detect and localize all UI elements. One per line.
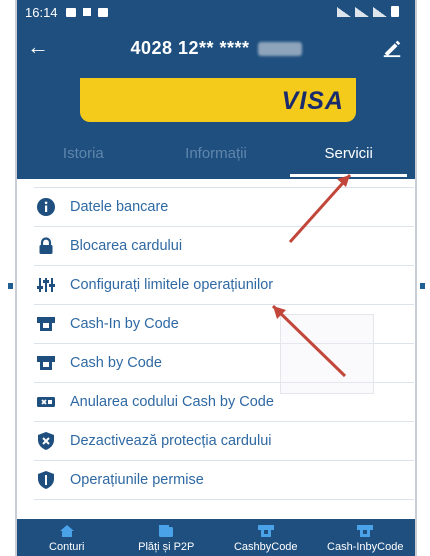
service-datele-bancare[interactable]: Datele bancare [34,188,414,227]
service-configurati-limitele[interactable]: Configurați limitele operațiunilor [34,266,414,305]
card-number-title: 4028 12** **** [17,38,415,59]
nav-label: Cash-InbyCode [327,541,404,553]
service-label: Configurați limitele operațiunilor [70,277,274,293]
wifi-signal-icon [355,7,369,17]
visa-logo: VISA [281,87,344,115]
phone-screen: 16:14 ← 4028 12** **** VISA Istoria Info… [15,0,417,556]
card-image: VISA [80,78,356,122]
battery-icon [391,6,399,17]
tab-informatii[interactable]: Informații [150,142,283,179]
cash-out-icon [257,525,274,537]
nav-label: CashbyCode [233,541,298,553]
lock-icon [36,236,56,256]
status-time: 16:14 [25,4,58,20]
tab-servicii[interactable]: Servicii [282,142,415,179]
card-number-text: 4028 12** **** [130,38,250,58]
service-label: Cash-In by Code [70,316,179,332]
shield-x-icon [36,431,56,451]
cell-signal-icon [373,7,387,17]
status-bar: 16:14 [17,0,415,24]
left-side-marker [8,283,13,289]
cash-in-icon [36,314,56,334]
network-signal-icon [337,7,351,17]
card-number-redacted [257,42,302,57]
service-label: Dezactivează protecția cardului [70,433,272,449]
home-icon [59,525,74,537]
nav-label: Plăți și P2P [138,541,195,553]
screenshot-overlay-box [280,314,374,394]
nav-plati-p2p[interactable]: Plăți și P2P [117,519,217,556]
service-label: Datele bancare [70,199,169,215]
nav-cash-inbycode[interactable]: Cash-InbyCode [316,519,416,556]
service-blocarea-cardului[interactable]: Blocarea cardului [34,227,414,266]
tab-bar: Istoria Informații Servicii [17,142,415,179]
cash-in-icon [357,525,374,537]
service-operatiunile-permise[interactable]: Operațiunile permise [34,461,414,500]
tab-istoria[interactable]: Istoria [17,142,150,179]
info-icon [36,197,56,217]
sliders-icon [36,275,56,295]
app-notification-icon [82,8,91,16]
cash-out-icon [36,353,56,373]
right-side-marker [420,283,425,289]
service-dezactiveaza-protectia[interactable]: Dezactivează protecția cardului [34,422,414,461]
card-header: ← 4028 12** **** VISA Istoria Informații… [17,24,415,179]
nav-label: Conturi [49,541,85,553]
nav-conturi[interactable]: Conturi [17,519,117,556]
bottom-navigation: Conturi Plăți și P2P CashbyCode Cash-Inb… [17,519,415,556]
nav-cashbycode[interactable]: CashbyCode [216,519,316,556]
cancel-code-icon [36,392,56,412]
gallery-notification-icon [65,7,76,17]
service-label: Cash by Code [70,355,162,371]
wallet-icon [159,525,174,537]
edit-pencil-icon[interactable] [381,36,403,58]
service-label: Operațiunile permise [70,472,204,488]
shield-icon [36,470,56,490]
status-right-icons [337,6,399,17]
service-label: Blocarea cardului [70,238,183,254]
message-notification-icon [97,7,108,17]
service-label: Anularea codului Cash by Code [70,394,274,410]
